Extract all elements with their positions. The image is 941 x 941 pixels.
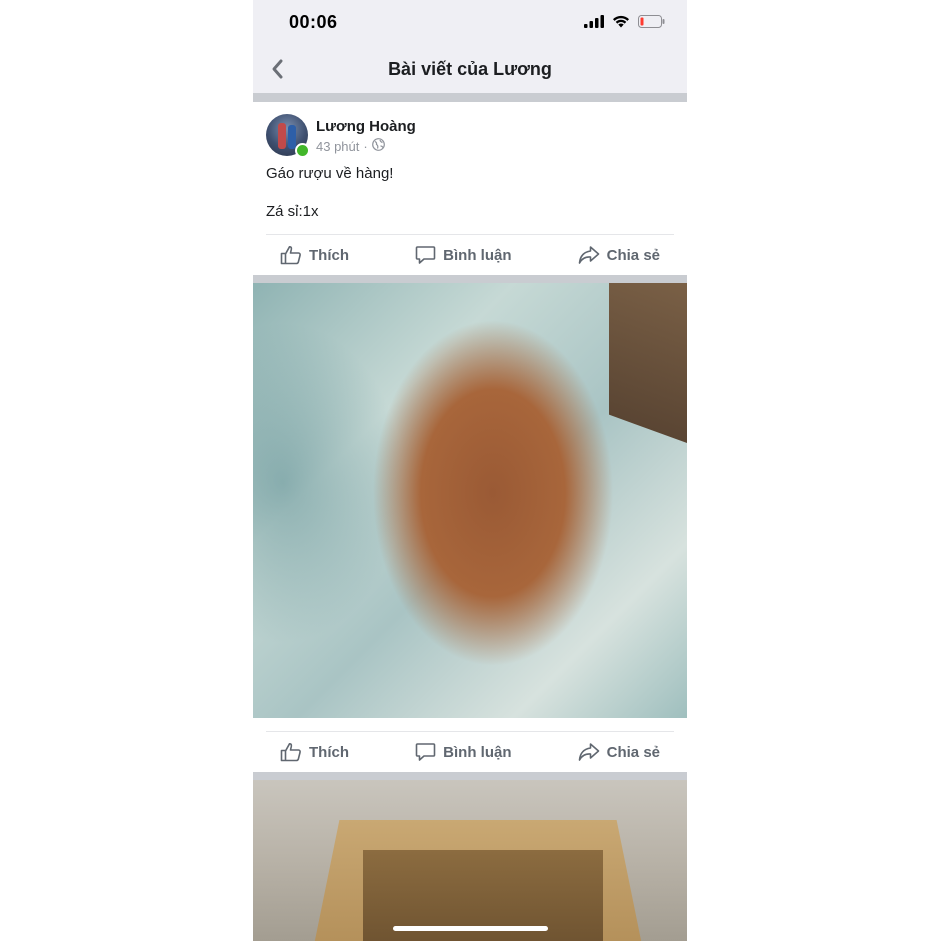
online-status-icon: [295, 143, 310, 158]
like-icon: [280, 245, 301, 265]
comment-label: Bình luận: [443, 743, 512, 761]
home-indicator[interactable]: [393, 926, 548, 931]
phone-screen: 00:06 Bài viết của Lương Lương Hoàng 43 …: [253, 0, 687, 941]
box-edge-image: [609, 283, 687, 443]
post-header: Lương Hoàng 43 phút ·: [266, 114, 676, 160]
share-label: Chia sẻ: [606, 246, 660, 264]
wifi-icon: [612, 15, 630, 33]
share-button[interactable]: Chia sẻ: [564, 245, 674, 265]
comment-button[interactable]: Bình luận: [401, 245, 525, 265]
globe-icon: [371, 138, 385, 154]
share-icon: [578, 246, 599, 264]
comment-icon: [415, 246, 436, 264]
meta-separator: ·: [363, 138, 368, 154]
battery-icon: [638, 15, 665, 33]
post-text-line-2: Zá sỉ:1x: [266, 203, 319, 220]
like-button[interactable]: Thích: [266, 742, 363, 762]
like-label: Thích: [309, 246, 349, 264]
comment-icon: [415, 743, 436, 761]
like-button[interactable]: Thích: [266, 245, 363, 265]
status-bar: 00:06: [253, 0, 687, 44]
page-title: Bài viết của Lương: [388, 59, 552, 79]
photo-action-bar: Thích Bình luận Chia sẻ: [266, 731, 674, 772]
signal-icon: [584, 15, 604, 33]
status-time: 00:06: [289, 12, 338, 32]
section-divider: [253, 93, 687, 102]
share-icon: [578, 743, 599, 761]
comment-label: Bình luận: [443, 246, 512, 264]
post-time[interactable]: 43 phút: [316, 139, 359, 154]
post-photo-2[interactable]: [253, 780, 687, 941]
ladle-pile-image: [313, 283, 653, 718]
like-icon: [280, 742, 301, 762]
share-label: Chia sẻ: [606, 743, 660, 761]
status-icons: [584, 15, 665, 33]
like-label: Thích: [309, 743, 349, 761]
post-photo-1[interactable]: [253, 283, 687, 718]
post-action-bar: Thích Bình luận Chia sẻ: [266, 234, 674, 275]
comment-button[interactable]: Bình luận: [401, 742, 525, 762]
post-text-line-1: Gáo rượu về hàng!: [266, 165, 394, 182]
author-name[interactable]: Lương Hoàng: [316, 118, 416, 135]
navigation-bar: Bài viết của Lương: [253, 44, 687, 93]
post-meta: 43 phút ·: [316, 138, 385, 154]
share-button[interactable]: Chia sẻ: [564, 742, 674, 762]
